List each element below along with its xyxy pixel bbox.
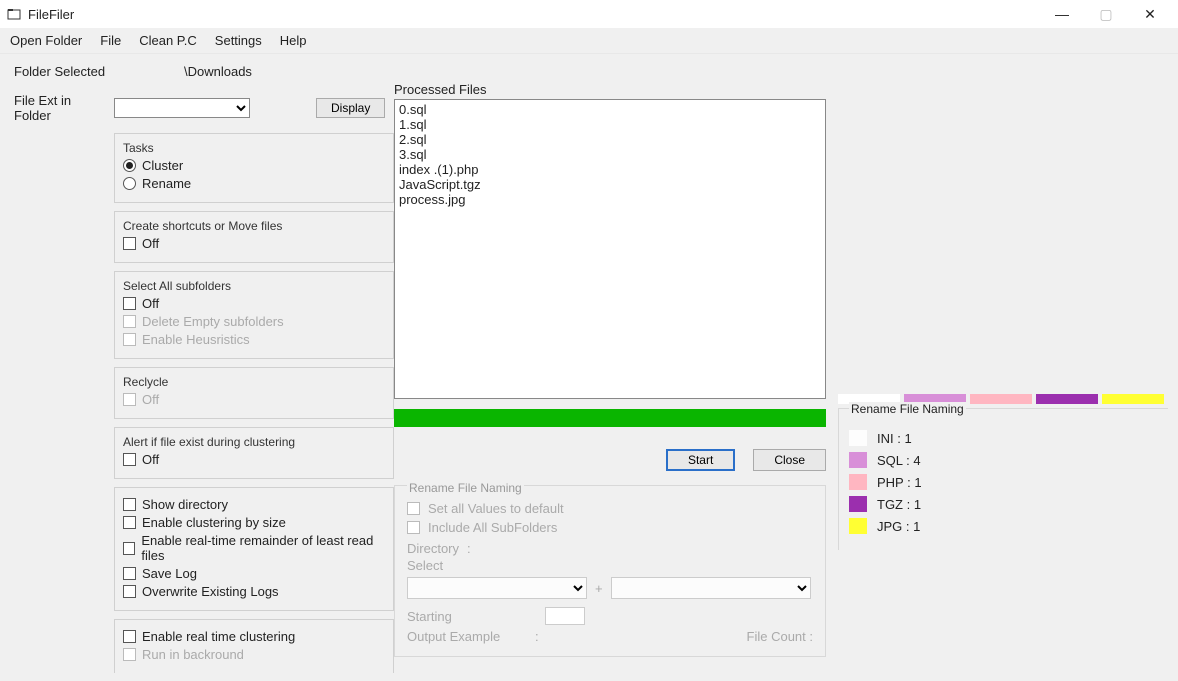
list-item[interactable]: 1.sql bbox=[399, 117, 821, 132]
alert-group-label: Alert if file exist during clustering bbox=[121, 435, 297, 449]
display-button[interactable]: Display bbox=[316, 98, 385, 118]
close-button[interactable]: Close bbox=[753, 449, 826, 471]
check-include-sub-label: Include All SubFolders bbox=[428, 520, 557, 535]
file-ext-combo[interactable] bbox=[114, 98, 250, 118]
legend-text: PHP : 1 bbox=[877, 475, 922, 490]
check-enable-heur bbox=[123, 333, 136, 346]
list-item[interactable]: index .(1).php bbox=[399, 162, 821, 177]
rename-group: Rename File Naming Set all Values to def… bbox=[394, 485, 826, 657]
menu-settings[interactable]: Settings bbox=[215, 33, 262, 48]
rename-select-1[interactable] bbox=[407, 577, 587, 599]
check-alert-off-label: Off bbox=[142, 452, 159, 467]
check-run-bg bbox=[123, 648, 136, 661]
title-bar: FileFiler — ▢ ✕ bbox=[0, 0, 1178, 28]
maximize-button[interactable]: ▢ bbox=[1084, 0, 1128, 28]
tasks-group: Tasks Cluster Rename bbox=[114, 133, 394, 203]
shortcuts-group: Create shortcuts or Move files Off bbox=[114, 211, 394, 263]
check-show-dir[interactable] bbox=[123, 498, 136, 511]
folder-selected-label: Folder Selected bbox=[14, 64, 184, 79]
legend-row: SQL : 4 bbox=[849, 452, 1158, 468]
rename-select-2[interactable] bbox=[611, 577, 811, 599]
check-run-bg-label: Run in backround bbox=[142, 647, 244, 662]
check-delete-empty bbox=[123, 315, 136, 328]
app-icon bbox=[6, 6, 22, 22]
check-cluster-size-label: Enable clustering by size bbox=[142, 515, 286, 530]
check-recycle-off bbox=[123, 393, 136, 406]
check-set-defaults-label: Set all Values to default bbox=[428, 501, 564, 516]
list-item[interactable]: 0.sql bbox=[399, 102, 821, 117]
radio-rename[interactable] bbox=[123, 177, 136, 190]
alert-group: Alert if file exist during clustering Of… bbox=[114, 427, 394, 479]
list-item[interactable]: JavaScript.tgz bbox=[399, 177, 821, 192]
list-item[interactable]: process.jpg bbox=[399, 192, 821, 207]
progress-bar bbox=[394, 409, 826, 427]
check-shortcuts-off-label: Off bbox=[142, 236, 159, 251]
subfolders-group: Select All subfolders Off Delete Empty s… bbox=[114, 271, 394, 359]
check-realtime-remainder[interactable] bbox=[123, 542, 135, 555]
rename-group-label: Rename File Naming bbox=[407, 481, 524, 495]
options1-group: Show directory Enable clustering by size… bbox=[114, 487, 394, 611]
recycle-group-label: Reclycle bbox=[121, 375, 170, 389]
check-save-log-label: Save Log bbox=[142, 566, 197, 581]
start-button[interactable]: Start bbox=[666, 449, 735, 471]
rename-starting-label: Starting bbox=[407, 609, 537, 624]
radio-cluster-label: Cluster bbox=[142, 158, 183, 173]
legend-group: Rename File Naming INI : 1 SQL : 4 PHP :… bbox=[838, 408, 1168, 550]
check-realtime-remainder-label: Enable real-time remainder of least read… bbox=[141, 533, 385, 563]
menu-open-folder[interactable]: Open Folder bbox=[10, 33, 82, 48]
check-show-dir-label: Show directory bbox=[142, 497, 228, 512]
legend-row: PHP : 1 bbox=[849, 474, 1158, 490]
check-subfolders-off-label: Off bbox=[142, 296, 159, 311]
check-overwrite-logs[interactable] bbox=[123, 585, 136, 598]
shortcuts-group-label: Create shortcuts or Move files bbox=[121, 219, 284, 233]
tasks-group-label: Tasks bbox=[121, 141, 156, 155]
check-alert-off[interactable] bbox=[123, 453, 136, 466]
check-recycle-off-label: Off bbox=[142, 392, 159, 407]
menu-help[interactable]: Help bbox=[280, 33, 307, 48]
rename-select-label: Select bbox=[407, 558, 443, 573]
check-subfolders-off[interactable] bbox=[123, 297, 136, 310]
radio-rename-label: Rename bbox=[142, 176, 191, 191]
legend-row: JPG : 1 bbox=[849, 518, 1158, 534]
radio-cluster[interactable] bbox=[123, 159, 136, 172]
legend-group-label: Rename File Naming bbox=[849, 402, 966, 416]
folder-selected-value: \Downloads bbox=[184, 64, 252, 79]
rename-starting-input[interactable] bbox=[545, 607, 585, 625]
check-set-defaults bbox=[407, 502, 420, 515]
legend-text: TGZ : 1 bbox=[877, 497, 921, 512]
window-title: FileFiler bbox=[28, 7, 74, 22]
check-enable-heur-label: Enable Heusristics bbox=[142, 332, 250, 347]
plus-label: + bbox=[595, 581, 603, 596]
menu-file[interactable]: File bbox=[100, 33, 121, 48]
menu-bar: Open Folder File Clean P.C Settings Help bbox=[0, 28, 1178, 54]
recycle-group: Reclycle Off bbox=[114, 367, 394, 419]
options2-group: Enable real time clustering Run in backr… bbox=[114, 619, 394, 673]
list-item[interactable]: 2.sql bbox=[399, 132, 821, 147]
subfolders-group-label: Select All subfolders bbox=[121, 279, 233, 293]
check-save-log[interactable] bbox=[123, 567, 136, 580]
minimize-button[interactable]: — bbox=[1040, 0, 1084, 28]
legend-text: INI : 1 bbox=[877, 431, 912, 446]
file-ext-label: File Ext in Folder bbox=[14, 93, 106, 123]
legend-row: INI : 1 bbox=[849, 430, 1158, 446]
check-realtime-cluster[interactable] bbox=[123, 630, 136, 643]
check-cluster-size[interactable] bbox=[123, 516, 136, 529]
check-include-sub bbox=[407, 521, 420, 534]
check-overwrite-logs-label: Overwrite Existing Logs bbox=[142, 584, 279, 599]
check-delete-empty-label: Delete Empty subfolders bbox=[142, 314, 284, 329]
processed-files-label: Processed Files bbox=[394, 82, 826, 97]
check-shortcuts-off[interactable] bbox=[123, 237, 136, 250]
menu-clean-pc[interactable]: Clean P.C bbox=[139, 33, 197, 48]
close-window-button[interactable]: ✕ bbox=[1128, 0, 1172, 28]
processed-files-list[interactable]: 0.sql 1.sql 2.sql 3.sql index .(1).php J… bbox=[394, 99, 826, 399]
legend-text: JPG : 1 bbox=[877, 519, 920, 534]
rename-directory-label: Directory bbox=[407, 541, 459, 556]
legend-text: SQL : 4 bbox=[877, 453, 921, 468]
list-item[interactable]: 3.sql bbox=[399, 147, 821, 162]
legend-row: TGZ : 1 bbox=[849, 496, 1158, 512]
